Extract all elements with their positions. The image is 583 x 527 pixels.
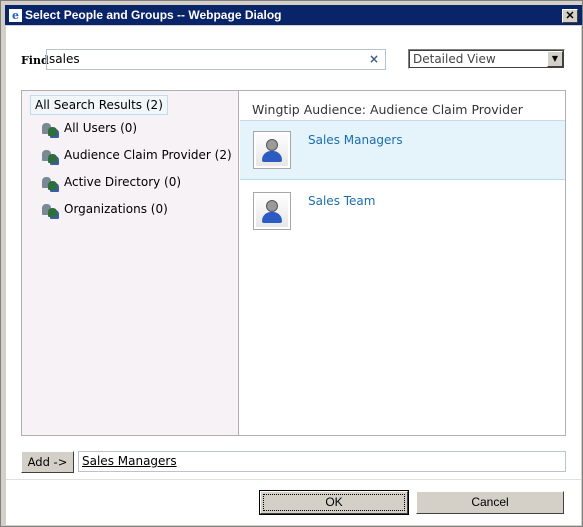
view-select[interactable]: Detailed View ▼ (408, 49, 565, 69)
group-icon (42, 176, 58, 190)
find-input[interactable]: sales × (46, 49, 386, 70)
result-name[interactable]: Sales Team (308, 194, 375, 208)
tree-item-label: Audience Claim Provider (2) (64, 148, 232, 162)
group-icon (42, 149, 58, 163)
tree-item-label: All Users (0) (64, 121, 138, 135)
find-label: Find (21, 54, 49, 67)
close-button[interactable]: ✕ (562, 9, 578, 23)
title-bar[interactable]: e Select People and Groups -- Webpage Di… (5, 5, 582, 25)
tree-item-label: Active Directory (0) (64, 175, 182, 189)
result-name[interactable]: Sales Managers (308, 133, 403, 147)
ie-icon: e (9, 9, 22, 22)
group-icon (42, 122, 58, 136)
chevron-down-icon[interactable]: ▼ (547, 51, 563, 67)
result-row[interactable]: Sales Team (240, 182, 565, 241)
add-button[interactable]: Add -> (21, 451, 74, 473)
ok-button[interactable]: OK (259, 490, 409, 515)
user-avatar-icon (253, 192, 291, 230)
tree-item-label: Organizations (0) (64, 202, 168, 216)
cancel-button[interactable]: Cancel (416, 491, 564, 514)
group-icon (42, 203, 58, 217)
dialog-window: e Select People and Groups -- Webpage Di… (0, 0, 583, 527)
results-panel: All Search Results (2) All Users (0) Aud… (21, 90, 566, 436)
tree-item-all-users[interactable]: All Users (0) (42, 121, 137, 136)
window-title: Select People and Groups -- Webpage Dial… (25, 8, 282, 22)
find-value: sales (49, 52, 80, 66)
selected-input[interactable]: Sales Managers (78, 451, 566, 472)
tree-item-organizations[interactable]: Organizations (0) (42, 202, 168, 217)
view-select-value: Detailed View (413, 52, 496, 66)
user-avatar-icon (253, 131, 291, 169)
all-search-results[interactable]: All Search Results (2) (30, 95, 168, 115)
tree-item-audience-claim-provider[interactable]: Audience Claim Provider (2) (42, 148, 232, 163)
results-header: Wingtip Audience: Audience Claim Provide… (252, 102, 523, 117)
divider (6, 479, 581, 480)
clear-icon[interactable]: × (369, 50, 379, 69)
provider-tree: All Search Results (2) All Users (0) Aud… (22, 91, 239, 435)
ok-label: OK (263, 494, 405, 511)
result-row[interactable]: Sales Managers (240, 121, 565, 180)
tree-item-active-directory[interactable]: Active Directory (0) (42, 175, 181, 190)
